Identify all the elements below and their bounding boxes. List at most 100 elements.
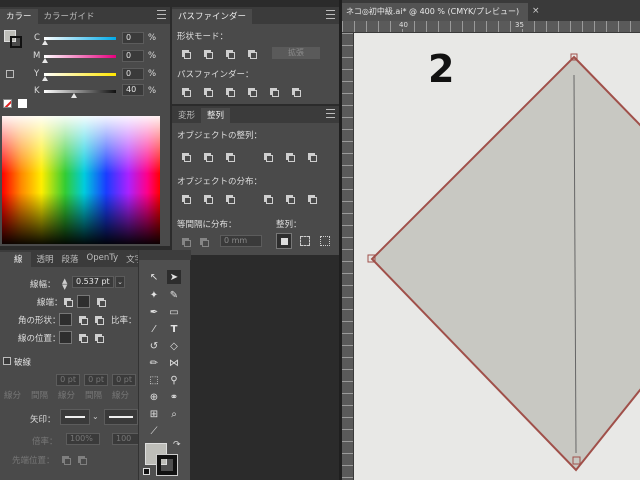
magic-wand-tool-icon[interactable]: ✦ (147, 288, 161, 302)
dash-1-input[interactable]: 0 pt (56, 374, 80, 386)
align-right-icon[interactable] (224, 151, 235, 162)
round-cap-icon[interactable] (77, 295, 90, 308)
bevel-join-icon[interactable] (93, 314, 104, 325)
trim-icon[interactable] (202, 86, 213, 97)
document-tab[interactable]: ネコ◎初中級.ai* @ 400 % (CMYK/プレビュー) (342, 3, 528, 21)
rectangle-tool-icon[interactable]: ▭ (167, 305, 181, 319)
miter-join-icon[interactable] (59, 313, 72, 326)
document-tab-close-icon[interactable]: × (532, 6, 540, 16)
distribute-right-icon[interactable] (306, 193, 317, 204)
lasso-tool-icon[interactable]: ✎ (167, 288, 181, 302)
start-arrowhead-select[interactable] (60, 409, 90, 425)
stroke-swatch[interactable] (156, 454, 178, 476)
spacing-input[interactable]: 0 mm (220, 235, 262, 247)
shape-builder-tool-icon[interactable]: ⊕ (147, 390, 161, 404)
magenta-slider[interactable] (44, 55, 116, 58)
default-fill-stroke-icon[interactable] (143, 468, 150, 475)
merge-icon[interactable] (224, 86, 235, 97)
align-to-key-object-icon[interactable] (276, 233, 292, 249)
arrow-tip-place-icon[interactable] (76, 454, 87, 465)
rotate-tool-icon[interactable]: ↺ (147, 339, 161, 353)
tab-color[interactable]: カラー (0, 9, 38, 24)
yellow-slider-knob[interactable] (42, 76, 48, 81)
align-left-icon[interactable] (180, 151, 191, 162)
start-arrowhead-dropdown-icon[interactable]: ⌄ (92, 412, 99, 421)
distribute-top-icon[interactable] (180, 193, 191, 204)
arrow-start-scale-input[interactable]: 100% (66, 433, 100, 445)
dashed-line-checkbox[interactable] (3, 357, 11, 365)
tab-transparency[interactable]: 透明 (31, 252, 58, 267)
canvas[interactable]: 2 (354, 33, 640, 480)
tab-color-guide[interactable]: カラーガイド (38, 9, 101, 24)
color-panel-menu-icon[interactable] (157, 10, 166, 19)
magenta-input[interactable]: 0 (122, 50, 144, 62)
width-tool-icon[interactable]: ⋈ (167, 356, 181, 370)
cyan-slider[interactable] (44, 37, 116, 40)
pathfinder-panel-menu-icon[interactable] (326, 10, 335, 19)
unite-icon[interactable] (180, 48, 191, 59)
stroke-weight-stepper-icon[interactable]: ▲ ▼ (62, 278, 67, 291)
magenta-slider-knob[interactable] (42, 58, 48, 63)
tab-pathfinder[interactable]: パスファインダー (172, 9, 253, 24)
zoom-tool-icon[interactable]: ⌕ (167, 407, 181, 421)
tools-panel-grip[interactable] (139, 250, 191, 260)
tab-transform[interactable]: 変形 (172, 108, 201, 123)
cyan-slider-knob[interactable] (42, 40, 48, 45)
align-stroke-inside-icon[interactable] (77, 332, 88, 343)
swap-fill-stroke-icon[interactable]: ↷ (173, 440, 181, 450)
tab-opentype[interactable]: OpenTy (83, 252, 123, 267)
yellow-input[interactable]: 0 (122, 68, 144, 80)
dash-2-input[interactable]: 0 pt (112, 374, 136, 386)
black-slider-knob[interactable] (71, 93, 77, 98)
distribute-hcenter-icon[interactable] (284, 193, 295, 204)
cyan-input[interactable]: 0 (122, 32, 144, 44)
cmyk-mode-icon[interactable] (6, 70, 14, 78)
align-bottom-icon[interactable] (306, 151, 317, 162)
divide-icon[interactable] (180, 86, 191, 97)
direct-selection-tool-icon[interactable]: ➤ (167, 270, 181, 284)
align-stroke-outside-icon[interactable] (93, 332, 104, 343)
minus-back-icon[interactable] (290, 86, 301, 97)
align-stroke-center-icon[interactable] (59, 331, 72, 344)
eraser-tool-icon[interactable]: ◇ (167, 339, 181, 353)
type-tool-icon[interactable]: T (167, 322, 181, 336)
end-arrowhead-select[interactable] (104, 409, 138, 425)
selection-tool-icon[interactable]: ↖ (147, 270, 161, 284)
arrow-end-scale-input[interactable]: 100 (112, 433, 140, 445)
tab-stroke[interactable]: 線 (0, 252, 31, 267)
black-slider[interactable] (44, 90, 116, 93)
align-to-artboard-icon[interactable] (320, 236, 330, 246)
eyedropper-tool-icon[interactable]: ⚲ (167, 373, 181, 387)
align-top-icon[interactable] (262, 151, 273, 162)
color-spectrum[interactable] (2, 116, 160, 244)
round-join-icon[interactable] (77, 314, 88, 325)
distribute-spacing-vertical-icon[interactable] (180, 236, 191, 247)
expand-button[interactable]: 拡張 (272, 47, 320, 59)
slice-tool-icon[interactable]: ⟋ (147, 424, 161, 438)
blend-tool-icon[interactable]: ⚭ (167, 390, 181, 404)
gap-1-input[interactable]: 0 pt (84, 374, 108, 386)
white-swatch[interactable] (18, 99, 27, 108)
minus-front-icon[interactable] (202, 48, 213, 59)
tab-align[interactable]: 整列 (201, 108, 231, 123)
none-swatch-icon[interactable] (3, 99, 12, 108)
outline-icon[interactable] (268, 86, 279, 97)
butt-cap-icon[interactable] (62, 296, 73, 307)
exclude-icon[interactable] (246, 48, 257, 59)
align-hcenter-icon[interactable] (202, 151, 213, 162)
tab-paragraph[interactable]: 段落 (58, 252, 83, 267)
align-panel-menu-icon[interactable] (326, 109, 335, 118)
artboard-tool-icon[interactable]: ⊞ (147, 407, 161, 421)
pen-tool-icon[interactable]: ✒ (147, 305, 161, 319)
arrow-tip-extend-icon[interactable] (60, 454, 71, 465)
distribute-spacing-horizontal-icon[interactable] (198, 236, 209, 247)
black-input[interactable]: 40 (122, 84, 144, 96)
projecting-cap-icon[interactable] (95, 296, 106, 307)
yellow-slider[interactable] (44, 73, 116, 76)
fill-stroke-mini-icon[interactable] (4, 30, 22, 48)
free-transform-tool-icon[interactable]: ⬚ (147, 373, 161, 387)
distribute-vcenter-icon[interactable] (202, 193, 213, 204)
stroke-weight-input[interactable]: 0.537 pt (72, 276, 114, 288)
paintbrush-tool-icon[interactable]: ⁄ (147, 322, 161, 336)
align-vcenter-icon[interactable] (284, 151, 295, 162)
